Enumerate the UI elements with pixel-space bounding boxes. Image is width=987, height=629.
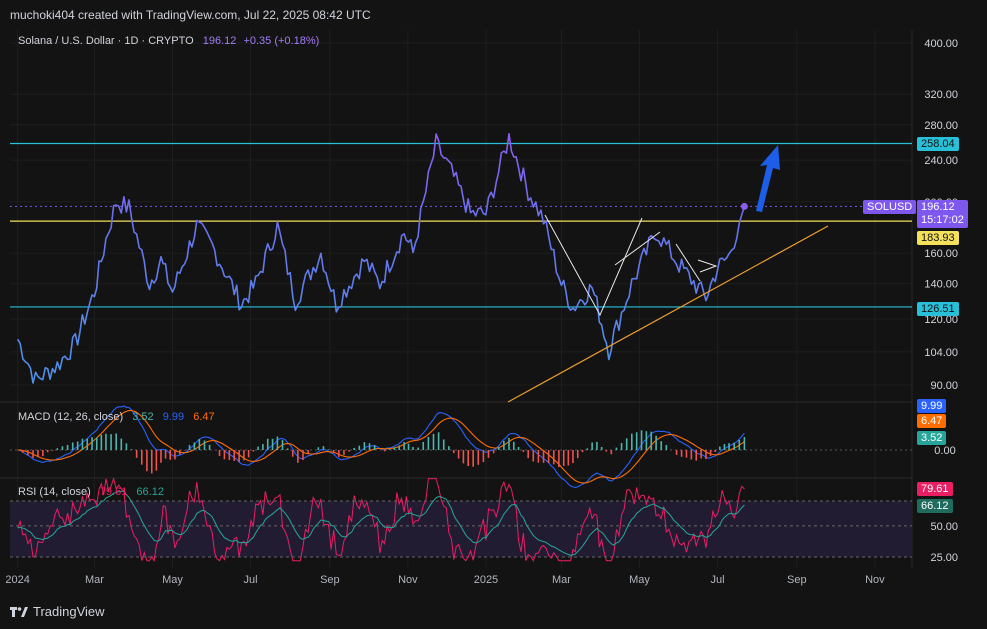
price-line (17, 133, 746, 384)
macd-hist-value: 3.52 (132, 411, 154, 423)
y-tick-label: 320.00 (924, 89, 958, 101)
y-tick-label: 400.00 (924, 38, 958, 50)
last-price-dot (740, 202, 748, 210)
symbol-tag: SOLUSD (863, 200, 917, 214)
macd-tag: 9.99 (917, 399, 947, 413)
x-tick-label: Jul (710, 574, 724, 586)
macd-value: 9.99 (162, 411, 185, 423)
y-tick-label: 160.00 (924, 248, 958, 260)
rsi-header: RSI (14, close) 79.61 66.12 (18, 486, 164, 498)
symbol-price: 196.12 (202, 35, 237, 47)
x-tick-label: May (162, 574, 183, 586)
rsi-tick-label: 25.00 (930, 552, 958, 564)
x-tick-label: Nov (865, 574, 885, 586)
level-yellow-tag: 183.93 (917, 231, 959, 245)
rsi-label: RSI (14, close) (18, 486, 91, 498)
x-tick-label: Mar (552, 574, 571, 586)
y-tick-label: 280.00 (924, 120, 958, 132)
hist-tag: 3.52 (917, 431, 947, 445)
x-tick-label: Sep (320, 574, 340, 586)
macd-zero-label: 0.00 (934, 445, 955, 457)
flag-line (675, 243, 701, 282)
rsi-ma-tag: 66.12 (917, 499, 953, 513)
macd-label: MACD (12, 26, close) (18, 411, 124, 423)
y-tick-label: 104.00 (924, 347, 958, 359)
caption-bar: muchoki404 created with TradingView.com,… (0, 0, 987, 28)
level-top-tag: 258.04 (917, 137, 959, 151)
rsi-band (10, 501, 912, 557)
rsi-value: 79.61 (99, 486, 128, 498)
channel-line (614, 231, 661, 266)
x-tick-label: May (629, 574, 650, 586)
symbol-name: Solana / U.S. Dollar · 1D · CRYPTO (18, 35, 194, 47)
footer: TradingView (0, 598, 987, 629)
y-tick-label: 140.00 (924, 279, 958, 291)
x-tick-label: Jul (244, 574, 258, 586)
rsi-ma-value: 66.12 (136, 486, 164, 498)
chart-canvas[interactable]: 2024 Mar May Jul Sep Nov 2025 Mar May Jul Sep Nov 90… (0, 28, 987, 595)
x-tick-label: 2025 (474, 574, 498, 586)
y-tick-label: 240.00 (924, 155, 958, 167)
y-tick-label: 90.00 (930, 380, 958, 392)
countdown: 15:17:02 (921, 214, 964, 226)
trend-drawings (507, 145, 829, 403)
last-price: 196.12 (921, 201, 955, 213)
price-series (17, 133, 748, 384)
x-tick-label: Mar (85, 574, 104, 586)
macd-header: MACD (12, 26, close) 3.52 9.99 6.47 (18, 411, 215, 423)
caption-text: muchoki404 created with TradingView.com,… (10, 8, 371, 22)
tradingview-logo-icon (10, 606, 28, 617)
symbol-change: +0.35 (+0.18%) (243, 35, 320, 47)
symbol-header: Solana / U.S. Dollar · 1D · CRYPTO 196.1… (18, 35, 319, 47)
tradingview-logo-text: TradingView (33, 604, 105, 619)
rsi-tick-label: 50.00 (930, 521, 958, 533)
signal-tag: 6.47 (917, 414, 947, 428)
x-tick-label: Sep (787, 574, 807, 586)
x-tick-label: Nov (398, 574, 418, 586)
last-price-tag: 196.12 15:17:02 (917, 200, 968, 228)
ascending-trendline (507, 225, 829, 403)
tradingview-logo[interactable]: TradingView (10, 604, 105, 619)
macd-signal-value: 6.47 (193, 411, 215, 423)
level-bottom-tag: 126.51 (917, 302, 959, 316)
flag-pennant (697, 259, 718, 273)
x-tick-label: 2024 (5, 574, 29, 586)
rsi-tag: 79.61 (917, 482, 953, 496)
